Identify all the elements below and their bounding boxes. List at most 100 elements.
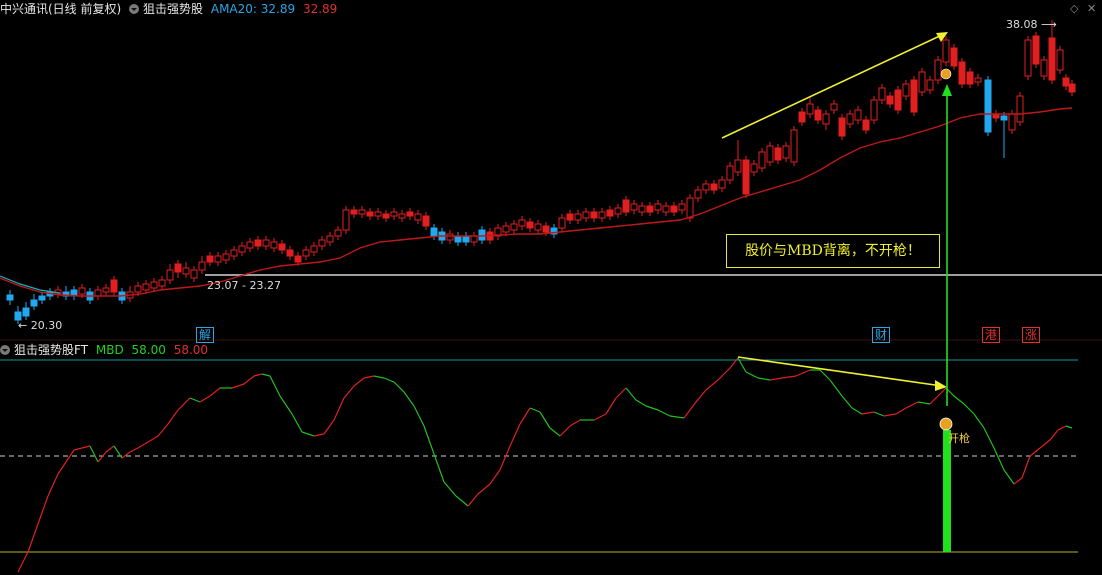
event-tag-hk[interactable]: 港 [982,327,1001,343]
candle-body [382,213,390,219]
mbd-segment [243,375,255,385]
candle [470,232,478,246]
candle-body [214,255,222,263]
candle-body [558,217,566,229]
candle-body [630,203,638,211]
range-price-label: 23.07 - 23.27 [207,279,281,292]
candle [638,202,646,216]
mbd-segment [695,389,707,403]
candle-body [150,281,158,289]
mbd-trend-arrow [737,356,943,387]
candle [526,218,534,232]
candle [302,246,310,260]
mbd-segment [353,377,365,387]
candle [902,80,910,100]
mbd-segment [683,401,697,419]
candle-body [302,249,310,257]
mbd-segment [1029,447,1041,457]
candle [1016,92,1024,126]
mbd-segment [1057,425,1067,431]
candle-body [190,269,198,279]
candle [190,266,198,282]
candle-body [566,213,574,221]
mbd-segment [873,411,885,417]
candle [518,216,526,230]
money-bag-icon [940,68,952,80]
mbd-segment [47,473,59,497]
mbd-segment [343,385,355,399]
candle-body [974,77,982,83]
candle-body [638,205,646,213]
event-tag-unlock[interactable]: 解 [196,327,215,343]
candle-body [366,211,374,217]
candle-body [422,215,430,227]
candle-body [1016,95,1024,123]
mbd-segment [121,451,131,459]
mbd-segment [929,395,939,405]
candle [654,200,662,214]
candle [70,286,78,300]
mbd-segment [615,387,627,399]
candle [414,210,422,224]
candle-body [790,129,798,163]
candle-body [374,211,382,217]
candle [534,220,542,234]
mbd-segment [167,409,179,425]
candle [726,162,734,184]
candle [270,238,278,252]
teal-ma-line [0,275,61,294]
candle [758,148,766,172]
candle-body [742,159,750,195]
candle-body [582,211,590,219]
candle [550,224,558,238]
candle [278,240,286,254]
candle-body [462,235,470,243]
mbd-segment [455,495,469,507]
candle [430,224,438,240]
candle-body [590,211,598,219]
candle [366,208,374,220]
mbd-segment [953,395,965,405]
candle [94,286,102,300]
mbd-segment [477,483,491,495]
candle [1068,80,1076,96]
candle [326,232,334,246]
candle [382,210,390,222]
candle [582,208,590,222]
mbd-segment [705,379,719,391]
mbd-segment [89,445,99,463]
candle-body [822,113,830,125]
candle-body [670,205,678,213]
kline-chart[interactable]: 38.08 ⟶ ← 20.30 23.07 - 23.27 开枪 [0,0,1102,575]
mbd-segment [593,413,607,421]
candle-body [614,207,622,215]
mbd-segment [403,391,415,407]
candle [358,206,366,218]
candle [62,286,70,300]
mbd-segment [559,425,571,437]
candle-body [718,179,726,189]
candle [342,206,350,234]
candle [390,208,398,220]
event-tag-limit-up[interactable]: 涨 [1022,327,1041,343]
event-tag-finance[interactable]: 财 [872,327,891,343]
candle-body [766,145,774,163]
candle [374,208,382,220]
candle [166,264,174,284]
candle-body [726,165,734,181]
candle-body [734,159,742,173]
candle-body [984,79,992,133]
candle-body [758,151,766,169]
candle-body [542,225,550,233]
candle [838,114,846,140]
candle-body [694,189,702,199]
candle-body [606,209,614,217]
candle [870,96,878,124]
candle [30,294,38,310]
candle [814,106,822,124]
candle-body [646,205,654,213]
mbd-segment [105,445,115,453]
candle [150,278,158,292]
candle-body [950,47,958,67]
mbd-segment [57,461,67,475]
